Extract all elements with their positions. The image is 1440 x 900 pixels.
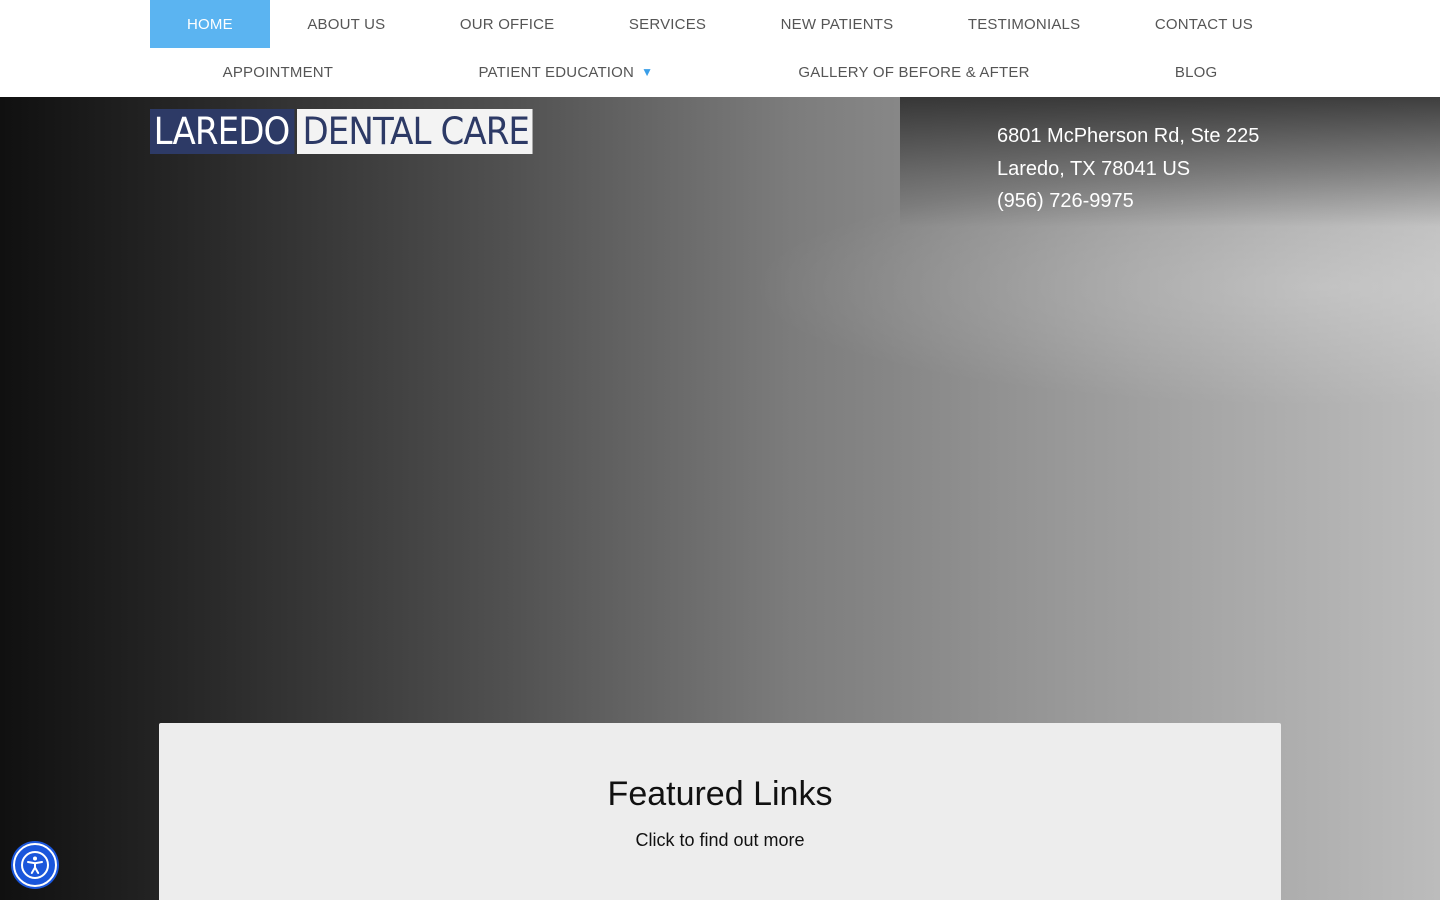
hero-banner: LAREDO DENTAL CARE 6801 McPherson Rd, St… — [0, 97, 1440, 900]
nav-item-about-us[interactable]: ABOUT US — [270, 0, 422, 48]
nav-row-secondary: APPOINTMENT PATIENT EDUCATION ▼ GALLERY … — [150, 48, 1290, 96]
address-line-1: 6801 McPherson Rd, Ste 225 — [997, 125, 1260, 147]
featured-links-subtitle: Click to find out more — [635, 830, 805, 850]
contact-info: 6801 McPherson Rd, Ste 225 Laredo, TX 78… — [997, 120, 1259, 218]
nav-item-appointment[interactable]: APPOINTMENT — [186, 48, 371, 96]
nav-item-home[interactable]: HOME — [150, 0, 270, 48]
logo-text-laredo: LAREDO — [150, 109, 295, 154]
nav-item-blog[interactable]: BLOG — [1138, 48, 1254, 96]
nav-item-gallery[interactable]: GALLERY OF BEFORE & AFTER — [761, 48, 1066, 96]
featured-links-panel: Featured Links Click to find out more — [159, 723, 1281, 900]
main-navigation: HOME ABOUT US OUR OFFICE SERVICES NEW PA… — [0, 0, 1440, 97]
logo-text-dental-care: DENTAL CARE — [297, 109, 534, 154]
featured-links-title: Featured Links — [607, 775, 833, 813]
triangle-down-icon: ▼ — [641, 65, 654, 79]
site-logo[interactable]: LAREDO DENTAL CARE — [150, 109, 554, 154]
nav-item-services[interactable]: SERVICES — [592, 0, 743, 48]
address-line-2: Laredo, TX 78041 US — [997, 157, 1191, 180]
nav-item-our-office[interactable]: OUR OFFICE — [423, 0, 592, 48]
nav-row-primary: HOME ABOUT US OUR OFFICE SERVICES NEW PA… — [150, 0, 1290, 48]
phone-link[interactable]: (956) 726-9975 — [997, 185, 1259, 218]
accessibility-person-icon — [21, 851, 49, 879]
nav-item-testimonials[interactable]: TESTIMONIALS — [931, 0, 1117, 48]
nav-item-contact-us[interactable]: CONTACT US — [1118, 0, 1290, 48]
nav-item-patient-education[interactable]: PATIENT EDUCATION ▼ — [441, 48, 690, 96]
nav-item-patient-education-label: PATIENT EDUCATION — [478, 63, 635, 81]
nav-item-new-patients[interactable]: NEW PATIENTS — [744, 0, 931, 48]
accessibility-button[interactable] — [13, 843, 57, 887]
